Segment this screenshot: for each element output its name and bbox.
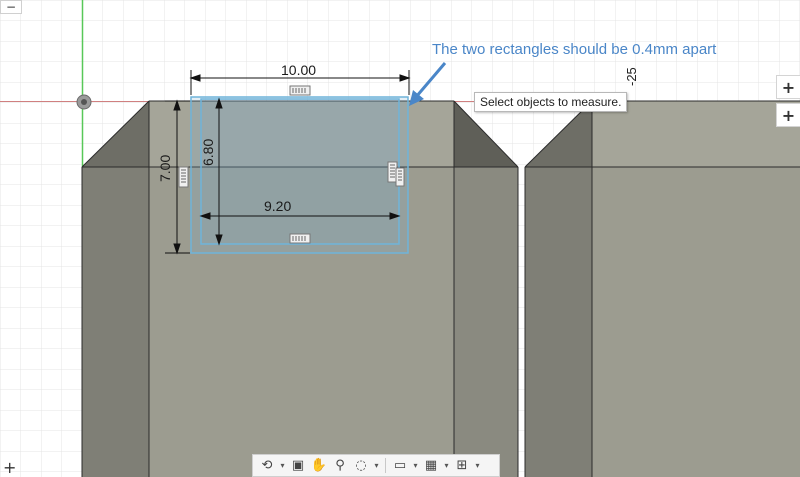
dimension-width-inner-label[interactable]: 9.20 [264, 198, 291, 214]
plus-icon: + [3, 458, 17, 477]
toolbar-divider [385, 458, 386, 473]
add-comment-button[interactable]: + [3, 458, 16, 477]
look-at-icon[interactable]: ▣ [288, 456, 308, 475]
display-settings-icon[interactable]: ▭ [390, 456, 410, 475]
chevron-down-icon[interactable]: ▾ [372, 456, 381, 475]
right-body-front-face [592, 167, 800, 477]
right-model-body[interactable] [524, 100, 800, 477]
vertical-constraint-icon[interactable] [178, 166, 189, 188]
grid-settings-icon[interactable]: ▦ [421, 456, 441, 475]
collapse-panel-button[interactable]: − [0, 0, 22, 14]
right-side-face [454, 167, 518, 477]
plus-icon: + [781, 77, 796, 97]
plus-icon: + [781, 105, 796, 125]
horizontal-constraint-icon[interactable] [289, 85, 311, 96]
horizontal-constraint-icon[interactable] [289, 233, 311, 244]
zoom-icon[interactable]: ⚲ [330, 456, 350, 475]
minus-icon: − [5, 0, 17, 14]
vertical-constraint-icon[interactable] [395, 167, 405, 187]
origin-point-icon[interactable] [76, 94, 92, 110]
axis-coordinate-label: -25 [624, 67, 639, 86]
left-side-face [82, 167, 149, 477]
dimension-width-outer-label[interactable]: 10.00 [281, 62, 316, 78]
navigation-toolbar: ⟲ ▾ ▣ ✋ ⚲ ◌ ▾ ▭ ▾ ▦ ▾ ⊞ ▾ [252, 454, 500, 477]
viewports-icon[interactable]: ⊞ [452, 456, 472, 475]
dimension-height-inner-label[interactable]: 6.80 [200, 139, 216, 166]
annotation-text: The two rectangles should be 0.4mm apart [432, 41, 717, 58]
dimension-height-outer-label[interactable]: 7.00 [157, 155, 173, 182]
right-body-side-face [525, 167, 592, 477]
measure-tooltip: Select objects to measure. [474, 92, 628, 112]
3d-viewport-canvas[interactable]: 10.00 9.20 7.00 6.80 [0, 0, 800, 477]
zoom-window-icon[interactable]: ◌ [351, 456, 371, 475]
sketch-rectangle-inner[interactable] [200, 98, 400, 245]
chevron-down-icon[interactable]: ▾ [442, 456, 451, 475]
expand-panel-button[interactable]: + [776, 75, 800, 99]
pan-icon[interactable]: ✋ [309, 456, 329, 475]
chevron-down-icon[interactable]: ▾ [411, 456, 420, 475]
chevron-down-icon[interactable]: ▾ [473, 456, 482, 475]
chevron-down-icon[interactable]: ▾ [278, 456, 287, 475]
orbit-icon[interactable]: ⟲ [257, 456, 277, 475]
expand-panel-button-secondary[interactable]: + [776, 103, 800, 127]
